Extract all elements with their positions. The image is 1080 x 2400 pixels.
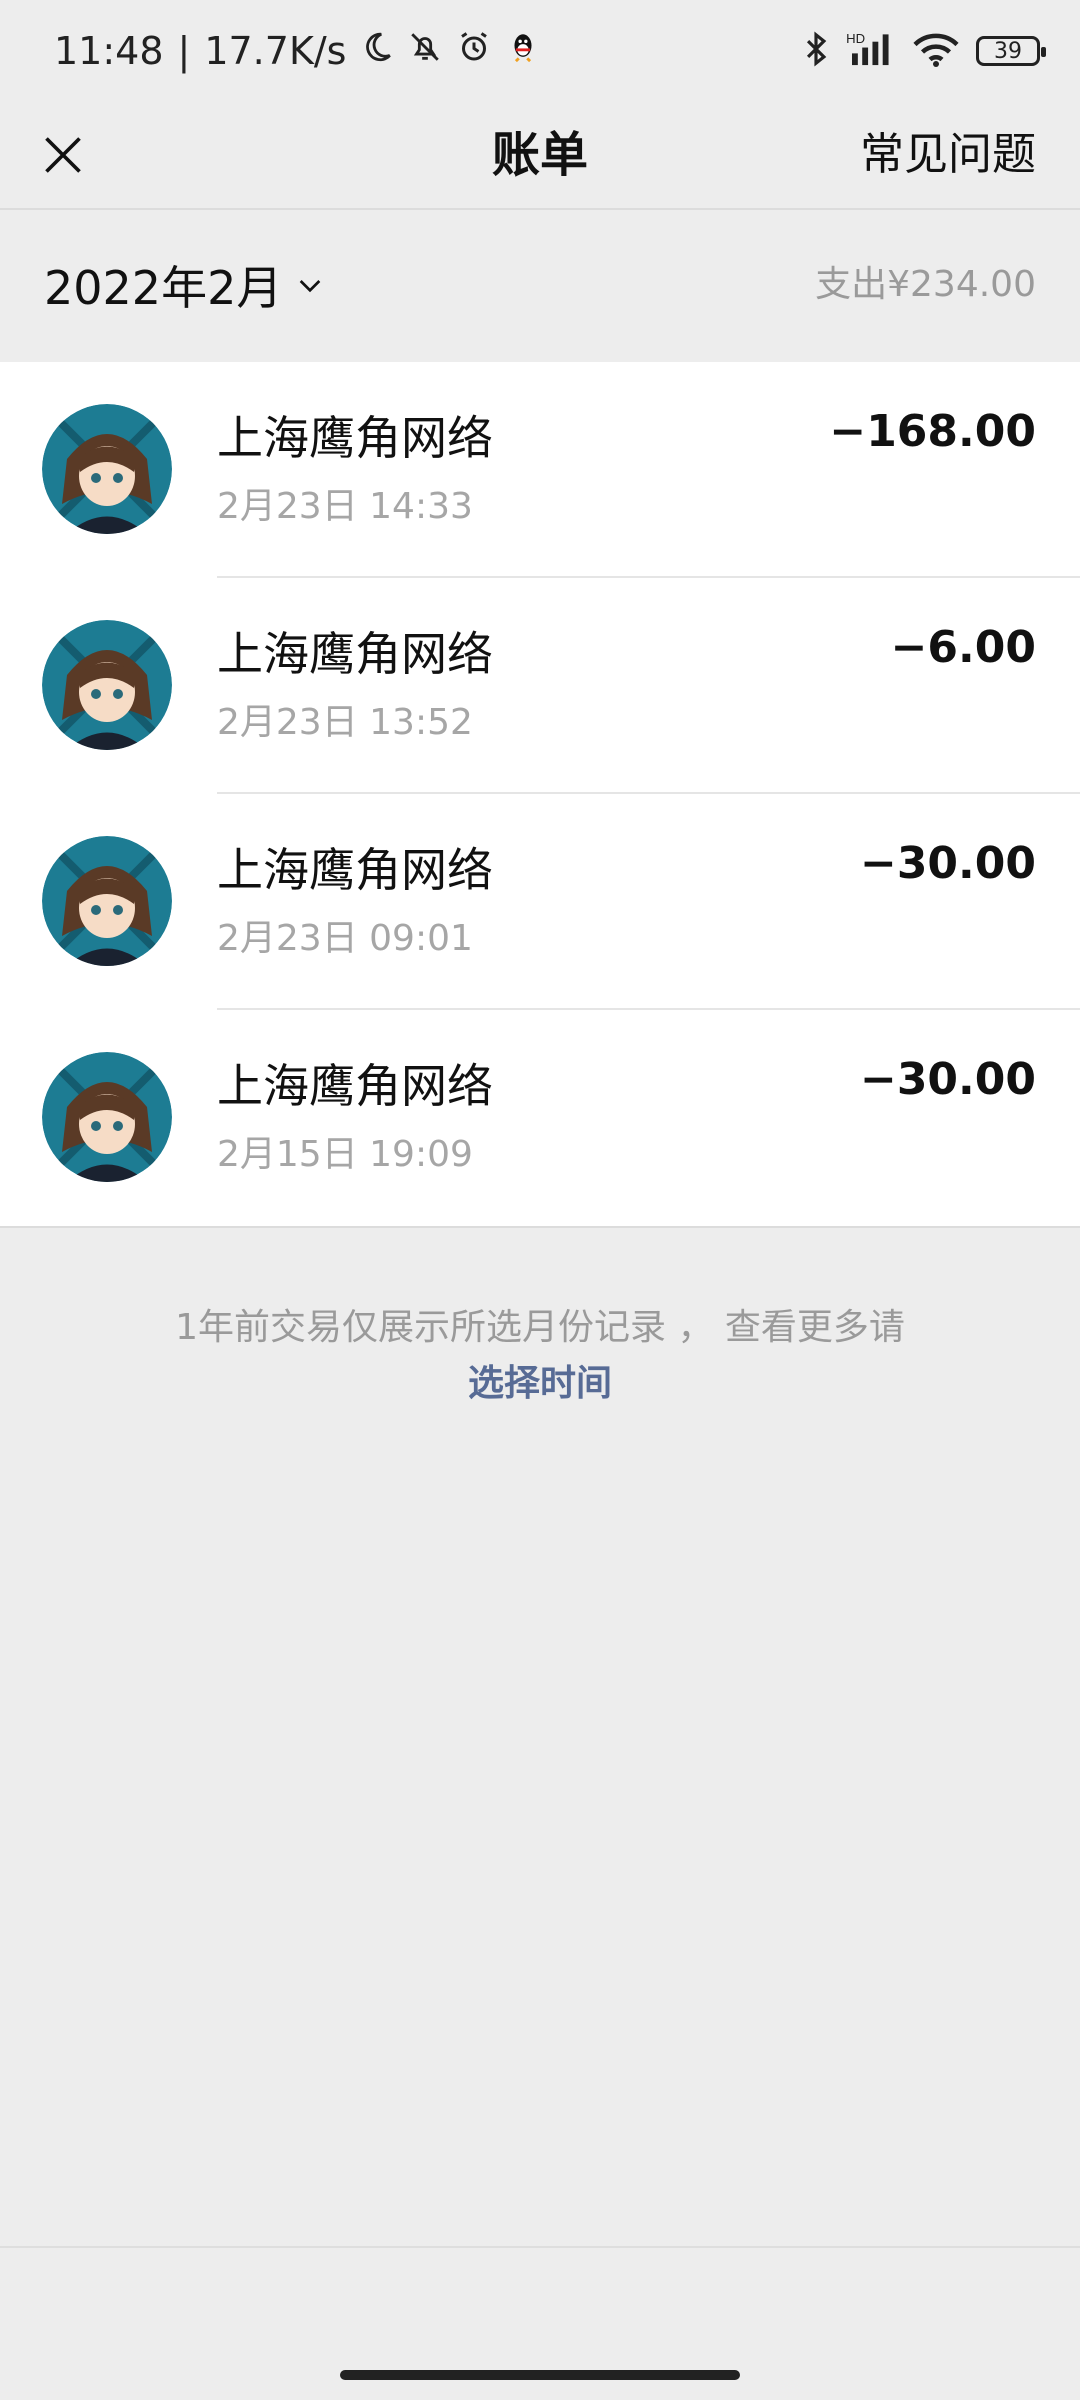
bottom-divider (0, 2246, 1080, 2248)
transaction-row[interactable]: 上海鹰角网络 2月23日 13:52 −6.00 (0, 578, 1080, 794)
transaction-row[interactable]: 上海鹰角网络 2月15日 19:09 −30.00 (0, 1010, 1080, 1226)
month-label: 2022年2月 (44, 261, 283, 315)
hd-label: HD (846, 31, 865, 46)
transaction-list: 上海鹰角网络 2月23日 14:33 −168.00 上海鹰角网络 2月23日 … (0, 362, 1080, 1228)
status-left: 11:48 | 17.7K/s (54, 26, 540, 76)
transaction-datetime: 2月15日 19:09 (217, 1134, 473, 1175)
transaction-datetime: 2月23日 13:52 (217, 702, 473, 743)
network-speed: 17.7K/s (204, 29, 347, 73)
merchant-name: 上海鹰角网络 (217, 411, 493, 465)
status-right: HD 39 (802, 26, 1046, 76)
avatar (42, 836, 172, 966)
transaction-row[interactable]: 上海鹰角网络 2月23日 14:33 −168.00 (0, 362, 1080, 578)
transaction-amount: −30.00 (859, 1054, 1036, 1105)
battery-icon: 39 (976, 36, 1046, 66)
status-bar: 11:48 | 17.7K/s HD 39 (0, 0, 1080, 100)
alarm-icon (456, 29, 492, 74)
battery-level: 39 (994, 38, 1022, 64)
header: 账单 常见问题 (0, 100, 1080, 210)
history-note: 1年前交易仅展示所选月份记录 ， 查看更多请 选择时间 (0, 1300, 1080, 1412)
month-selector[interactable]: 2022年2月 (44, 250, 326, 320)
expense-total: 支出¥234.00 (815, 264, 1036, 305)
transaction-datetime: 2月23日 14:33 (217, 486, 473, 527)
history-note-text: 1年前交易仅展示所选月份记录 ， 查看更多请 (175, 1307, 905, 1348)
merchant-name: 上海鹰角网络 (217, 843, 493, 897)
bluetooth-icon (802, 30, 830, 72)
chevron-down-icon (300, 280, 321, 293)
avatar (42, 404, 172, 534)
transaction-row[interactable]: 上海鹰角网络 2月23日 09:01 −30.00 (0, 794, 1080, 1010)
transaction-amount: −168.00 (829, 406, 1036, 457)
close-icon (45, 137, 81, 173)
merchant-name: 上海鹰角网络 (217, 627, 493, 681)
select-time-link[interactable]: 选择时间 (0, 1356, 1080, 1412)
signal-icon: HD (846, 30, 896, 72)
avatar (42, 620, 172, 750)
transaction-amount: −6.00 (890, 622, 1036, 673)
moon-icon (360, 29, 394, 73)
close-button[interactable] (28, 120, 98, 190)
avatar (42, 1052, 172, 1182)
month-bar: 2022年2月 支出¥234.00 (0, 210, 1080, 362)
home-indicator[interactable] (340, 2370, 740, 2380)
qq-icon (506, 29, 540, 73)
merchant-name: 上海鹰角网络 (217, 1059, 493, 1113)
transaction-datetime: 2月23日 09:01 (217, 918, 473, 959)
status-separator: | (177, 29, 191, 73)
wifi-icon (912, 30, 960, 72)
faq-link[interactable]: 常见问题 (860, 100, 1036, 210)
status-time: 11:48 (54, 29, 164, 73)
transaction-amount: −30.00 (859, 838, 1036, 889)
bell-off-icon (408, 29, 442, 73)
